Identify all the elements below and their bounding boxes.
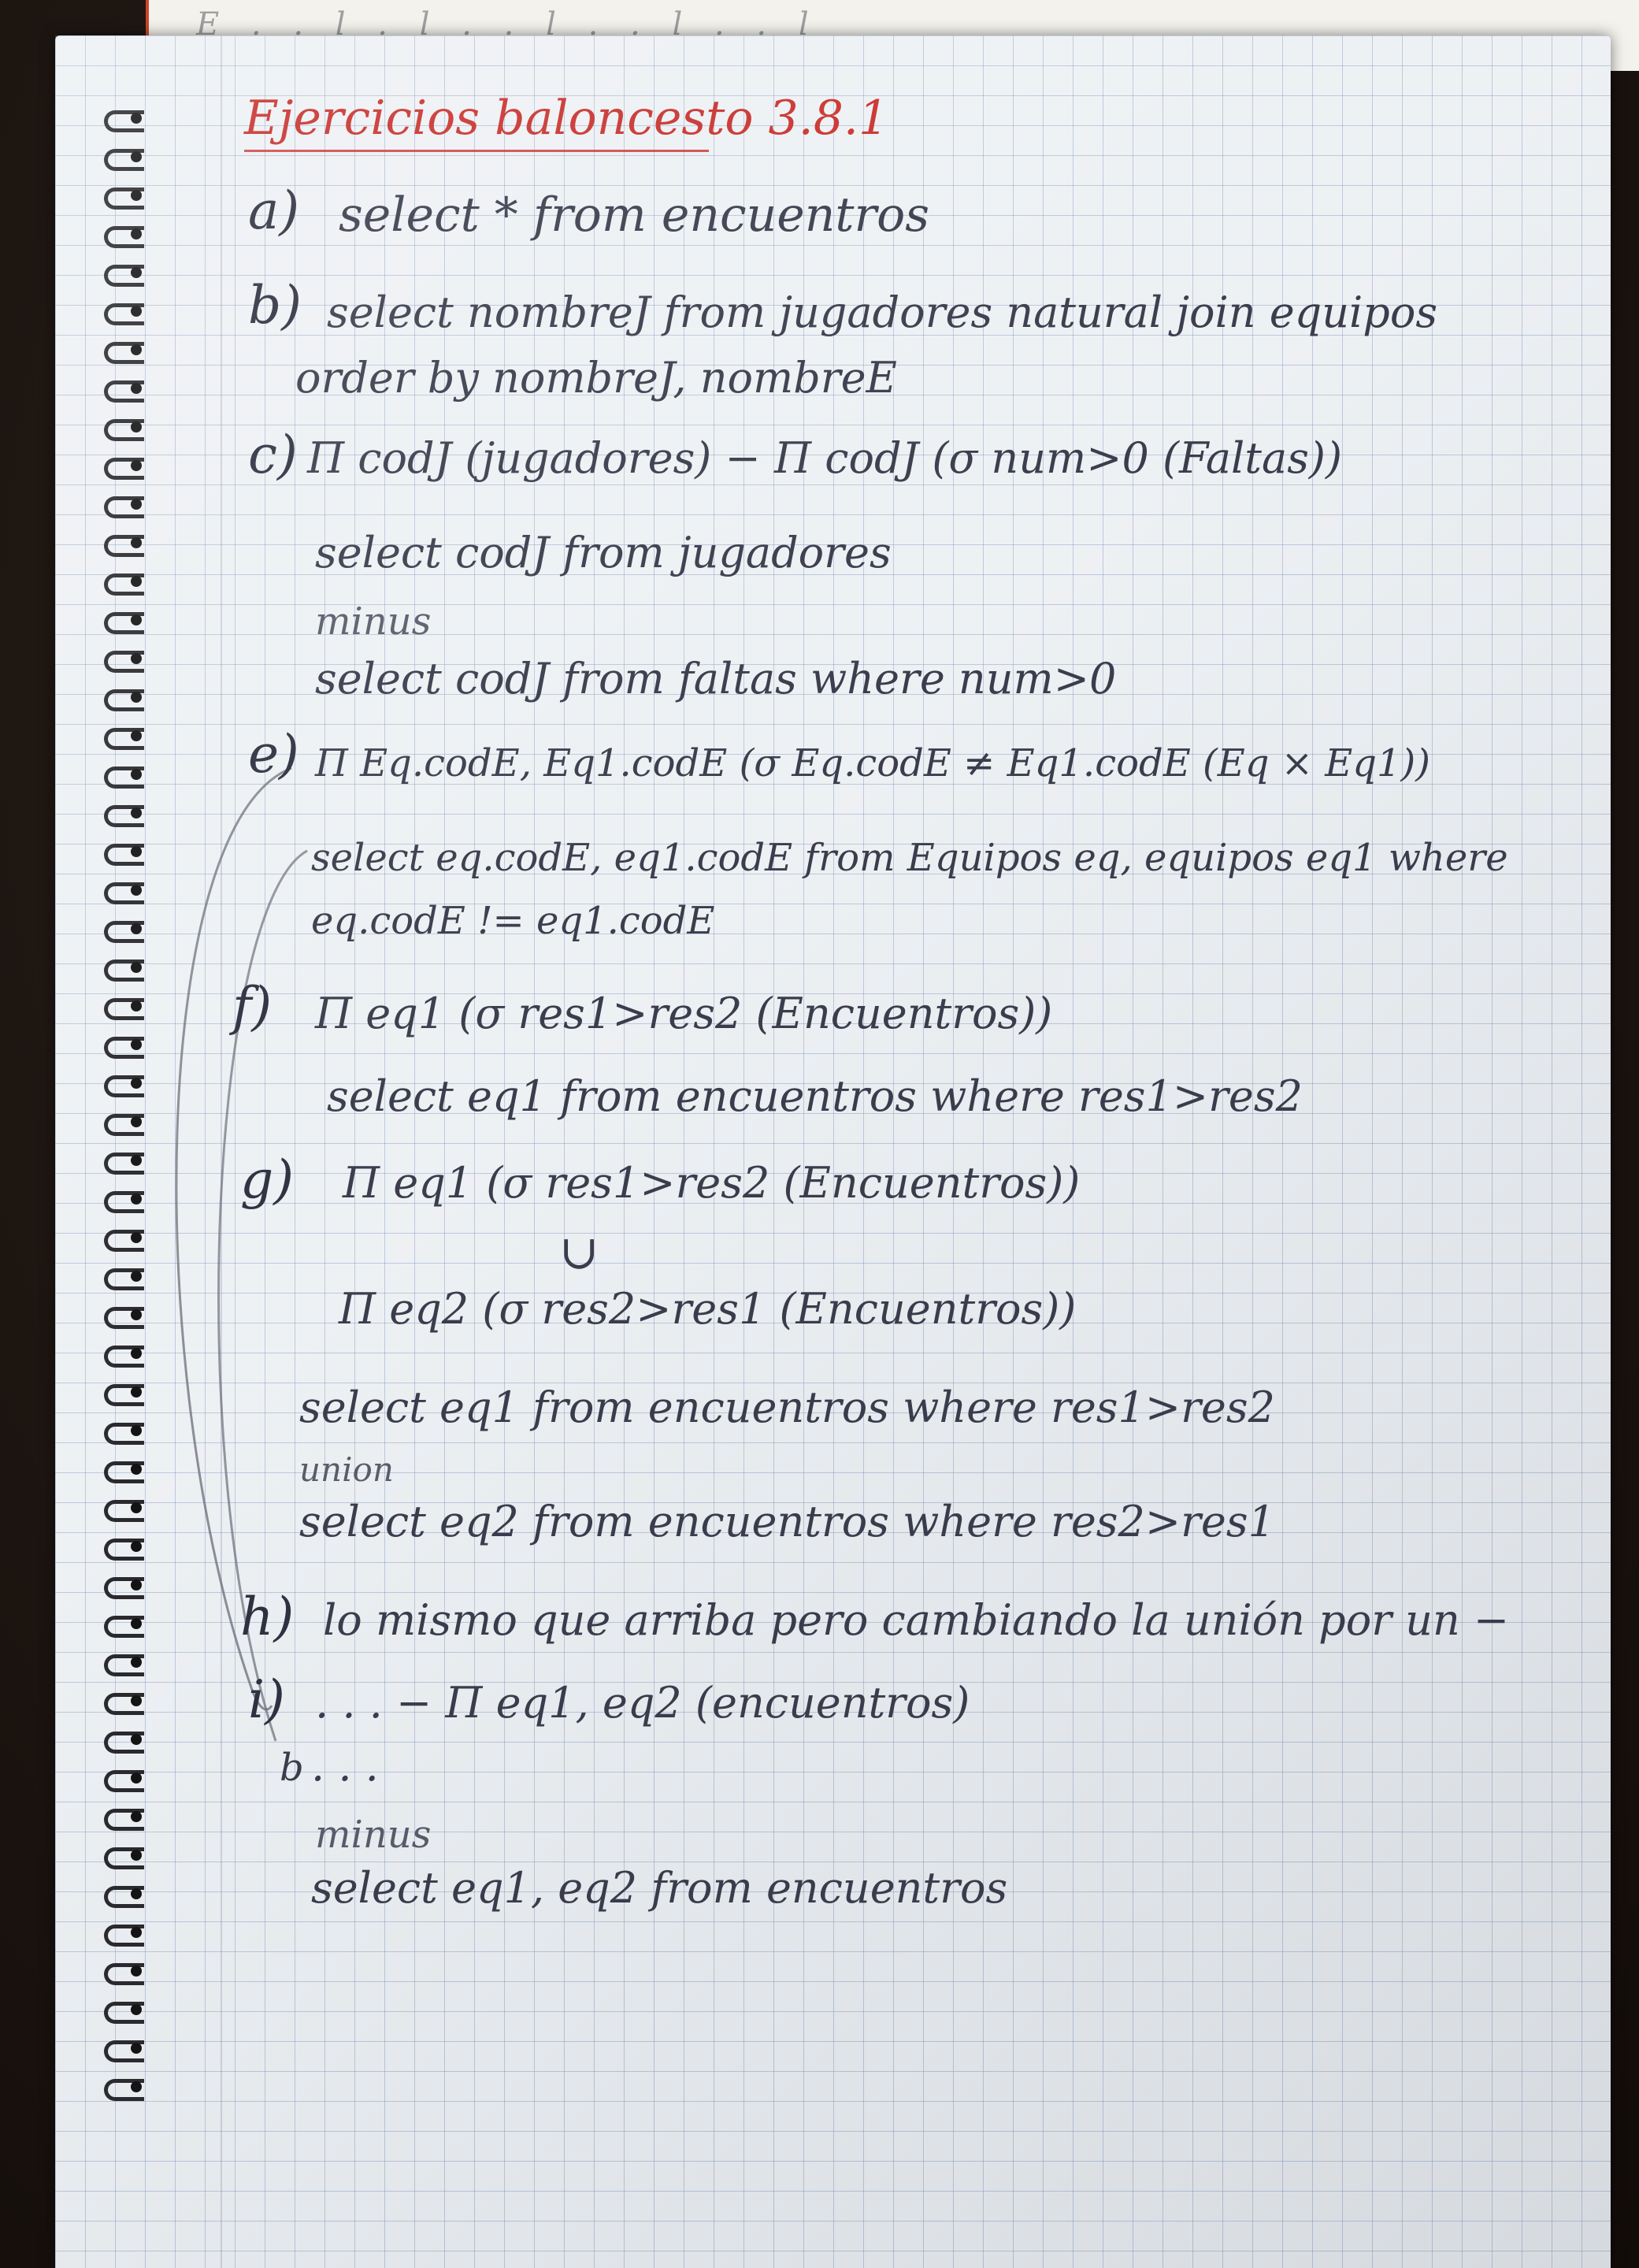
item-label-h: h) bbox=[240, 1587, 295, 1647]
item-c-sql-2: minus bbox=[315, 599, 432, 644]
page-title: Ejercicios baloncesto 3.8.1 bbox=[244, 91, 889, 146]
item-c-sql-1: select codJ from jugadores bbox=[315, 528, 892, 577]
item-label-b2: b bbox=[280, 1746, 304, 1790]
item-label-c: c) bbox=[248, 425, 298, 485]
item-e-algebra: Π Eq.codE, Eq1.codE (σ Eq.codE ≠ Eq1.cod… bbox=[315, 741, 1430, 785]
item-e-sql-1: select eq.codE, eq1.codE from Equipos eq… bbox=[311, 836, 1508, 880]
item-label-b: b) bbox=[248, 275, 302, 336]
item-g-sql-3: select eq2 from encuentros where res2>re… bbox=[299, 1497, 1275, 1546]
title-underline bbox=[244, 150, 709, 152]
item-i-line: . . . − Π eq1, eq2 (encuentros) bbox=[315, 1678, 970, 1728]
item-label-g: g) bbox=[240, 1149, 294, 1210]
notebook-page: Ejercicios baloncesto 3.8.1 a) select * … bbox=[55, 35, 1611, 2268]
item-g-sql-1: select eq1 from encuentros where res1>re… bbox=[299, 1383, 1275, 1432]
item-b-line-1: select nombreJ from jugadores natural jo… bbox=[327, 288, 1438, 337]
item-g-algebra-1: Π eq1 (σ res1>res2 (Encuentros)) bbox=[343, 1158, 1081, 1208]
item-b2-line-3: select eq1, eq2 from encuentros bbox=[311, 1863, 1008, 1913]
item-b2-line-2: minus bbox=[315, 1813, 432, 1857]
item-label-a: a) bbox=[248, 180, 300, 241]
item-h-line: lo mismo que arriba pero cambiando la un… bbox=[323, 1595, 1510, 1645]
item-label-f: f) bbox=[232, 976, 273, 1037]
item-g-union-symbol: ∪ bbox=[559, 1225, 599, 1280]
item-c-sql-3: select codJ from faltas where num>0 bbox=[315, 654, 1117, 703]
item-f-sql: select eq1 from encuentros where res1>re… bbox=[327, 1071, 1303, 1121]
item-label-e: e) bbox=[248, 724, 299, 785]
item-c-algebra: Π codJ (jugadores) − Π codJ (σ num>0 (Fa… bbox=[307, 433, 1343, 483]
item-label-i: i) bbox=[248, 1669, 285, 1730]
photo-scene: E . . l . l . . l . . l . . l Ejercicios… bbox=[0, 0, 1639, 2268]
item-g-algebra-2: Π eq2 (σ res2>res1 (Encuentros)) bbox=[339, 1284, 1077, 1334]
item-a-line: select * from encuentros bbox=[339, 187, 930, 243]
item-b2-line-1: . . . bbox=[311, 1741, 379, 1791]
item-b-line-2: order by nombreJ, nombreE bbox=[295, 353, 897, 403]
item-f-algebra: Π eq1 (σ res1>res2 (Encuentros)) bbox=[315, 989, 1053, 1038]
handwritten-notes: Ejercicios baloncesto 3.8.1 a) select * … bbox=[55, 35, 1611, 2268]
item-g-sql-2: union bbox=[299, 1450, 394, 1489]
item-e-sql-2: eq.codE != eq1.codE bbox=[311, 899, 715, 943]
